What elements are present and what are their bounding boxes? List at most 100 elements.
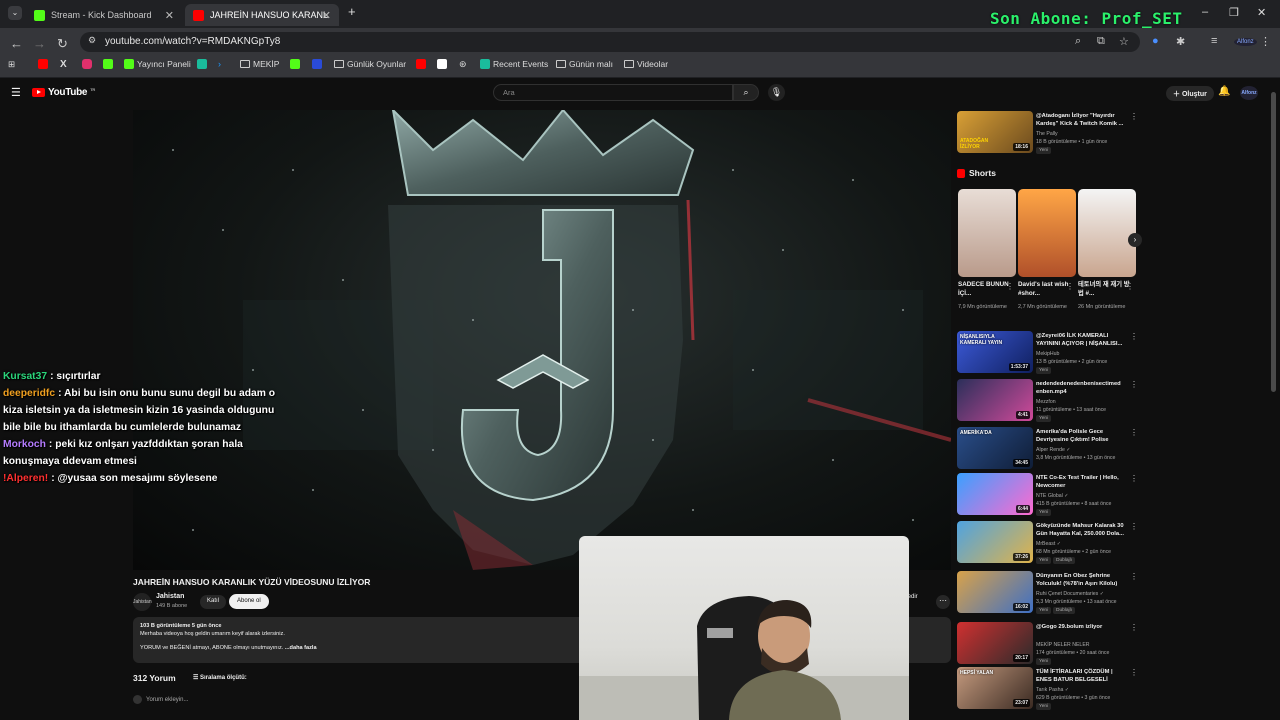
bookmark-instagram[interactable] xyxy=(82,59,92,69)
video-title[interactable]: Dünyanın En Obez Şehrine Yolculuk! (%78'… xyxy=(1036,572,1124,588)
menu-kebab-icon[interactable]: ⋮ xyxy=(1260,35,1271,48)
close-window-button[interactable]: ✕ xyxy=(1257,6,1266,19)
bookmark-kick[interactable] xyxy=(103,59,113,69)
channel-name[interactable]: Alper Rende ✓ xyxy=(1036,447,1071,453)
tab-search-button[interactable]: ⌄ xyxy=(8,6,22,20)
channel-name[interactable]: MekipHub xyxy=(1036,351,1059,357)
maximize-button[interactable]: ❐ xyxy=(1229,6,1239,19)
install-icon[interactable]: ⧉ xyxy=(1097,35,1105,48)
short-menu-icon[interactable]: ⋮ xyxy=(1126,282,1134,291)
channel-name[interactable]: Jahistan xyxy=(156,593,184,600)
channel-name[interactable]: The Pally xyxy=(1036,131,1058,137)
bookmark-youtube-2[interactable] xyxy=(416,59,426,69)
channel-name[interactable]: Tarık Pasha ✓ xyxy=(1036,687,1069,693)
short-title[interactable]: David's last wish #shor... xyxy=(1018,281,1070,298)
join-button[interactable]: Katıl xyxy=(200,595,227,609)
bookmark-kick-2[interactable] xyxy=(290,59,300,69)
recommended-video[interactable]: 37:26 Gökyüzünde Mahsur Kalarak 30 Gün Ha… xyxy=(957,521,1142,567)
video-thumbnail[interactable]: 6:44 xyxy=(957,473,1033,515)
tab-kick-dashboard[interactable]: Stream - Kick Dashboard ✕ xyxy=(26,4,182,26)
video-player[interactable] xyxy=(133,110,951,570)
channel-name[interactable]: MrBeast ✓ xyxy=(1036,541,1061,547)
description-more-link[interactable]: ...daha fazla xyxy=(285,645,317,651)
search-button[interactable]: ⌕ xyxy=(733,84,759,101)
extensions-puzzle-icon[interactable]: ✱ xyxy=(1176,35,1185,48)
channel-name[interactable]: Mezzfon xyxy=(1036,399,1056,405)
video-thumbnail[interactable]: 4:41 xyxy=(957,379,1033,421)
video-menu-icon[interactable]: ⋮ xyxy=(1130,668,1138,677)
bookmark-x[interactable]: X xyxy=(60,59,67,70)
short-menu-icon[interactable]: ⋮ xyxy=(1006,282,1014,291)
video-thumbnail[interactable]: 37:26 xyxy=(957,521,1033,563)
back-icon[interactable]: ← xyxy=(10,36,23,51)
account-avatar[interactable]: Alfonz xyxy=(1240,86,1258,100)
video-thumbnail[interactable]: 20:17 xyxy=(957,622,1033,664)
chevron-right-icon[interactable]: › xyxy=(1128,233,1142,247)
video-menu-icon[interactable]: ⋮ xyxy=(1130,623,1138,632)
bookmark-chatgpt[interactable]: ⊛ xyxy=(459,59,467,70)
channel-name[interactable]: NTE Global ✓ xyxy=(1036,493,1069,499)
close-icon[interactable]: ✕ xyxy=(322,9,331,22)
channel-avatar[interactable]: Jahistan xyxy=(133,593,152,611)
recommended-video[interactable]: 20:17 @Gogo 29.bolum izliyor MEKİP NELER N… xyxy=(957,622,1142,668)
recommended-video[interactable]: 6:44 NTE Co-Ex Test Trailer | Hello, Newc… xyxy=(957,473,1142,519)
close-icon[interactable]: ✕ xyxy=(165,9,174,22)
video-title[interactable]: nedendedenedenbenisectimed enben.mp4 xyxy=(1036,380,1124,396)
bookmark-app[interactable] xyxy=(197,59,207,69)
sort-comments-button[interactable]: ☰ Sıralama ölçütü: xyxy=(193,674,247,681)
new-tab-button[interactable]: + xyxy=(348,4,356,19)
bookmark-folder-mekip[interactable]: MEKİP xyxy=(240,59,279,69)
tab-youtube-video[interactable]: JAHREİN HANSUO KARANLIK Y ✕ xyxy=(185,4,339,26)
recommended-video[interactable]: AMERİKA'DA 34:45 Amerika'da Polisle Gece D… xyxy=(957,427,1142,473)
recommended-video[interactable]: 16:02 Dünyanın En Obez Şehrine Yolculuk! … xyxy=(957,571,1142,617)
recommended-video[interactable]: 4:41 nedendedenedenbenisectimed enben.mp4… xyxy=(957,379,1142,425)
channel-name[interactable]: Ruhi Çenet Documentaries ✓ xyxy=(1036,591,1104,597)
bookmark-folder-videolar[interactable]: Videolar xyxy=(624,59,668,69)
video-title[interactable]: Gökyüzünde Mahsur Kalarak 30 Gün Hayatta… xyxy=(1036,522,1124,538)
video-title[interactable]: @Gogo 29.bolum izliyor xyxy=(1036,623,1124,631)
video-thumbnail[interactable]: AMERİKA'DA 34:45 xyxy=(957,427,1033,469)
video-menu-icon[interactable]: ⋮ xyxy=(1130,522,1138,531)
media-control-icon[interactable]: ≡ xyxy=(1211,35,1217,47)
short-thumbnail[interactable] xyxy=(958,189,1016,277)
video-title[interactable]: @Atadoganı İzliyor "Hayırdır Kardeş" Kic… xyxy=(1036,112,1124,128)
video-menu-icon[interactable]: ⋮ xyxy=(1130,380,1138,389)
video-thumbnail[interactable]: 16:02 xyxy=(957,571,1033,613)
url-text[interactable]: youtube.com/watch?v=RMDAKNGpTy8 xyxy=(105,36,280,47)
minimize-button[interactable]: – xyxy=(1202,6,1208,18)
create-button[interactable]: ＋ Oluştur xyxy=(1166,86,1214,101)
hamburger-menu-icon[interactable]: ☰ xyxy=(11,86,21,99)
add-comment-input[interactable]: Yorum ekleyin... xyxy=(133,695,188,704)
recommended-video[interactable]: NİŞANLISIYLA KAMERALI YAYIN 1:53:37 @Zeyre… xyxy=(957,331,1142,377)
short-title[interactable]: 테토녀의 재 재기 방법 #... xyxy=(1078,281,1130,298)
video-title[interactable]: NTE Co-Ex Test Trailer | Hello, Newcomer xyxy=(1036,474,1124,490)
bookmark-prime[interactable]: › xyxy=(218,59,221,69)
extension-icon[interactable]: ● xyxy=(1152,35,1159,47)
forward-icon[interactable]: → xyxy=(33,36,46,51)
video-thumbnail[interactable]: ATADOĞAN İZLİYOR 18:16 xyxy=(957,111,1033,153)
bookmark-youtube[interactable] xyxy=(38,59,48,69)
youtube-logo[interactable]: YouTube TR xyxy=(32,87,95,98)
video-title[interactable]: TÜM İFTİRALARI ÇÖZDÜM | ENES BATUR BELGE… xyxy=(1036,668,1124,684)
bookmark-image[interactable] xyxy=(437,59,447,69)
apps-grid-icon[interactable]: ⊞ xyxy=(8,59,15,70)
short-menu-icon[interactable]: ⋮ xyxy=(1066,282,1074,291)
more-actions-icon[interactable]: ⋯ xyxy=(936,595,950,609)
short-thumbnail[interactable] xyxy=(1078,189,1136,277)
site-info-icon[interactable]: ⚙ xyxy=(88,35,96,46)
bookmark-yayinci-paneli[interactable]: Yayıncı Paneli xyxy=(124,59,191,69)
video-title[interactable]: Amerika'da Polisle Gece Devriyesine Çıkt… xyxy=(1036,428,1124,445)
bookmark-app-2[interactable] xyxy=(312,59,322,69)
subscribe-button[interactable]: Abone ol xyxy=(229,594,269,609)
bookmark-star-icon[interactable]: ☆ xyxy=(1119,35,1129,48)
notifications-bell-icon[interactable]: 🔔 xyxy=(1218,86,1230,97)
video-menu-icon[interactable]: ⋮ xyxy=(1130,474,1138,483)
search-input[interactable]: Ara xyxy=(493,84,733,101)
page-scrollbar[interactable] xyxy=(1271,92,1276,392)
video-menu-icon[interactable]: ⋮ xyxy=(1130,572,1138,581)
video-menu-icon[interactable]: ⋮ xyxy=(1130,112,1138,121)
video-thumbnail[interactable]: HEPSİ YALAN 23:07 xyxy=(957,667,1033,709)
bookmark-folder-gunun-mali[interactable]: Günün malı xyxy=(556,59,613,69)
bookmark-recent-events[interactable]: Recent Events xyxy=(480,59,548,69)
voice-search-button[interactable]: 🎙 xyxy=(768,84,785,101)
